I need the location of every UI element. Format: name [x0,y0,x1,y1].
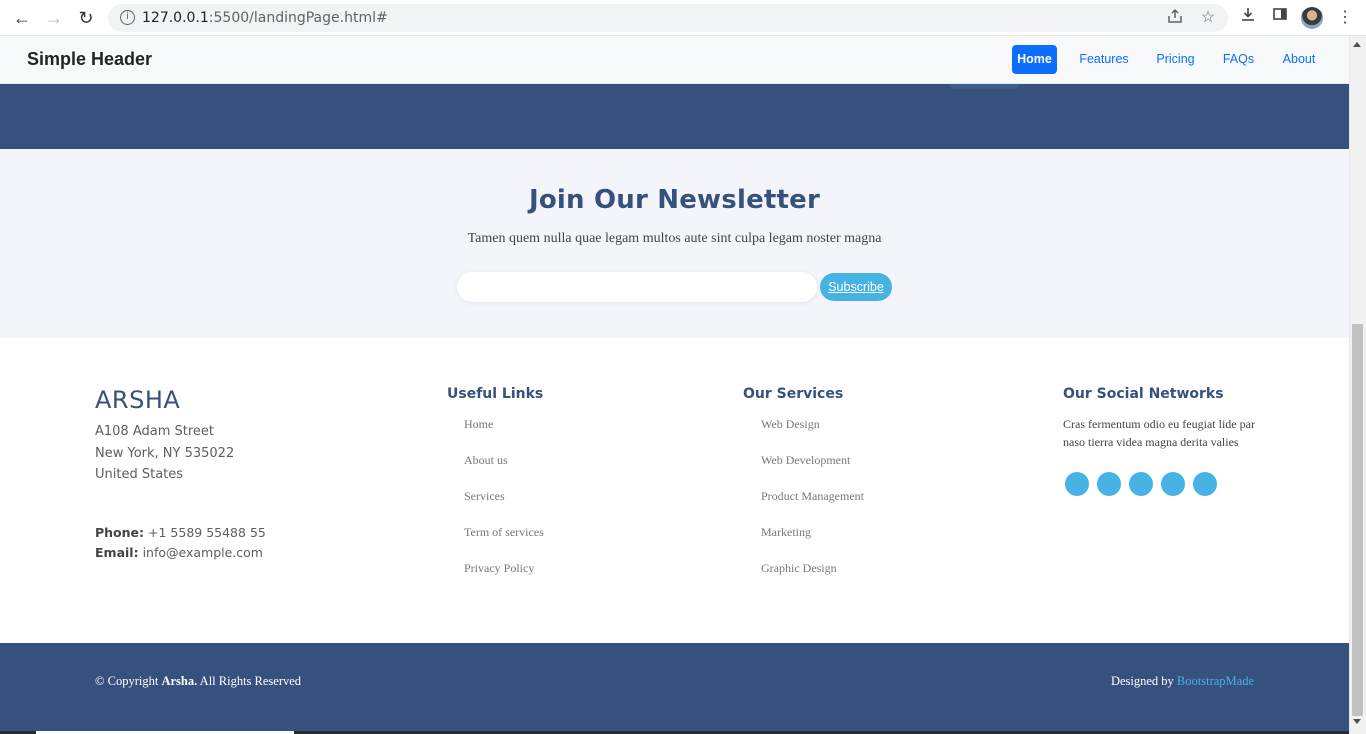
newsletter-title: Join Our Newsletter [528,185,821,215]
footer-link-privacy[interactable]: Privacy Policy [464,561,534,576]
designed-by-label: Designed by [1110,674,1174,688]
social-networks-title: Our Social Networks [1063,386,1224,402]
subscribe-button[interactable]: Subscribe [820,273,892,301]
scroll-down-arrow[interactable] [1353,719,1361,724]
copyright-text: © Copyright Arsha. All Rights Reserved [95,674,301,689]
copyright-brand: Arsha. [161,674,198,688]
service-link-web-development[interactable]: Web Development [761,453,850,468]
designer-link[interactable]: BootstrapMade [1177,674,1254,688]
twitter-icon[interactable] [1065,472,1089,496]
star-icon[interactable]: ☆ [1198,8,1218,28]
browser-toolbar: ← → ↻ i 127.0.0.1:5500/landingPage.html#… [0,0,1366,36]
url-path: :5500/landingPage.html# [208,10,388,26]
footer-brand: ARSHA [95,386,181,414]
service-link-marketing[interactable]: Marketing [761,525,811,540]
scrollbar-thumb[interactable] [1352,324,1363,716]
address-line: United States [95,467,184,482]
footer-bottom-bar: © Copyright Arsha. All Rights Reserved D… [0,643,1349,731]
band-decoration [950,84,1020,89]
share-icon[interactable] [1165,8,1185,28]
service-link-graphic-design[interactable]: Graphic Design [761,561,837,576]
hero-band [0,84,1349,149]
forward-icon[interactable]: → [42,6,66,30]
email-value: info@example.com [142,545,263,560]
profile-avatar[interactable] [1301,7,1323,29]
address-line: A108 Adam Street [95,424,215,439]
nav-features[interactable]: Features [1073,45,1135,74]
newsletter-section: Join Our Newsletter Tamen quem nulla qua… [0,149,1349,338]
reload-icon[interactable]: ↻ [74,6,98,30]
footer-link-terms[interactable]: Term of services [464,525,544,540]
menu-icon[interactable]: ⋮ [1333,6,1357,30]
newsletter-subtitle: Tamen quem nulla quae legam multos aute … [467,231,882,246]
nav-pricing[interactable]: Pricing [1148,45,1203,74]
email-label: Email: [95,545,139,560]
nav-faqs[interactable]: FAQs [1216,45,1261,74]
copyright-prefix: © Copyright [95,674,159,688]
nav-home[interactable]: Home [1012,45,1057,74]
brand-title[interactable]: Simple Header [27,49,152,70]
skype-icon[interactable] [1161,472,1185,496]
copyright-suffix: All Rights Reserved [199,674,302,688]
phone-value: +1 5589 55488 55 [148,525,266,540]
email-line: Email: info@example.com [95,545,263,560]
nav-about[interactable]: About [1274,45,1324,74]
phone-label: Phone: [95,525,145,540]
social-description: Cras fermentum odio eu feugiat lide par … [1063,417,1255,449]
download-icon[interactable] [1236,6,1260,30]
credits-text: Designed by BootstrapMade [1111,674,1254,689]
instagram-icon[interactable] [1129,472,1153,496]
facebook-icon[interactable] [1097,472,1121,496]
useful-links-title: Useful Links [447,386,544,402]
footer-link-about[interactable]: About us [464,453,508,468]
our-services-title: Our Services [743,386,844,402]
footer-link-services[interactable]: Services [464,489,505,504]
service-link-web-design[interactable]: Web Design [761,417,820,432]
newsletter-email-input[interactable] [457,272,817,302]
linkedin-icon[interactable] [1193,472,1217,496]
footer-link-home[interactable]: Home [464,417,493,432]
address-bar[interactable]: i 127.0.0.1:5500/landingPage.html# ☆ [108,4,1228,32]
scroll-up-arrow[interactable] [1353,42,1361,47]
back-icon[interactable]: ← [10,6,34,30]
service-link-product-management[interactable]: Product Management [761,489,864,504]
site-header: Simple Header Home Features Pricing FAQs… [0,36,1349,84]
address-line: New York, NY 535022 [95,446,235,461]
info-icon[interactable]: i [120,10,135,25]
url-host: 127.0.0.1 [142,10,209,26]
url-text[interactable]: 127.0.0.1:5500/landingPage.html# [142,10,388,26]
phone-line: Phone: +1 5589 55488 55 [95,525,266,540]
side-panel-icon[interactable] [1268,6,1292,30]
